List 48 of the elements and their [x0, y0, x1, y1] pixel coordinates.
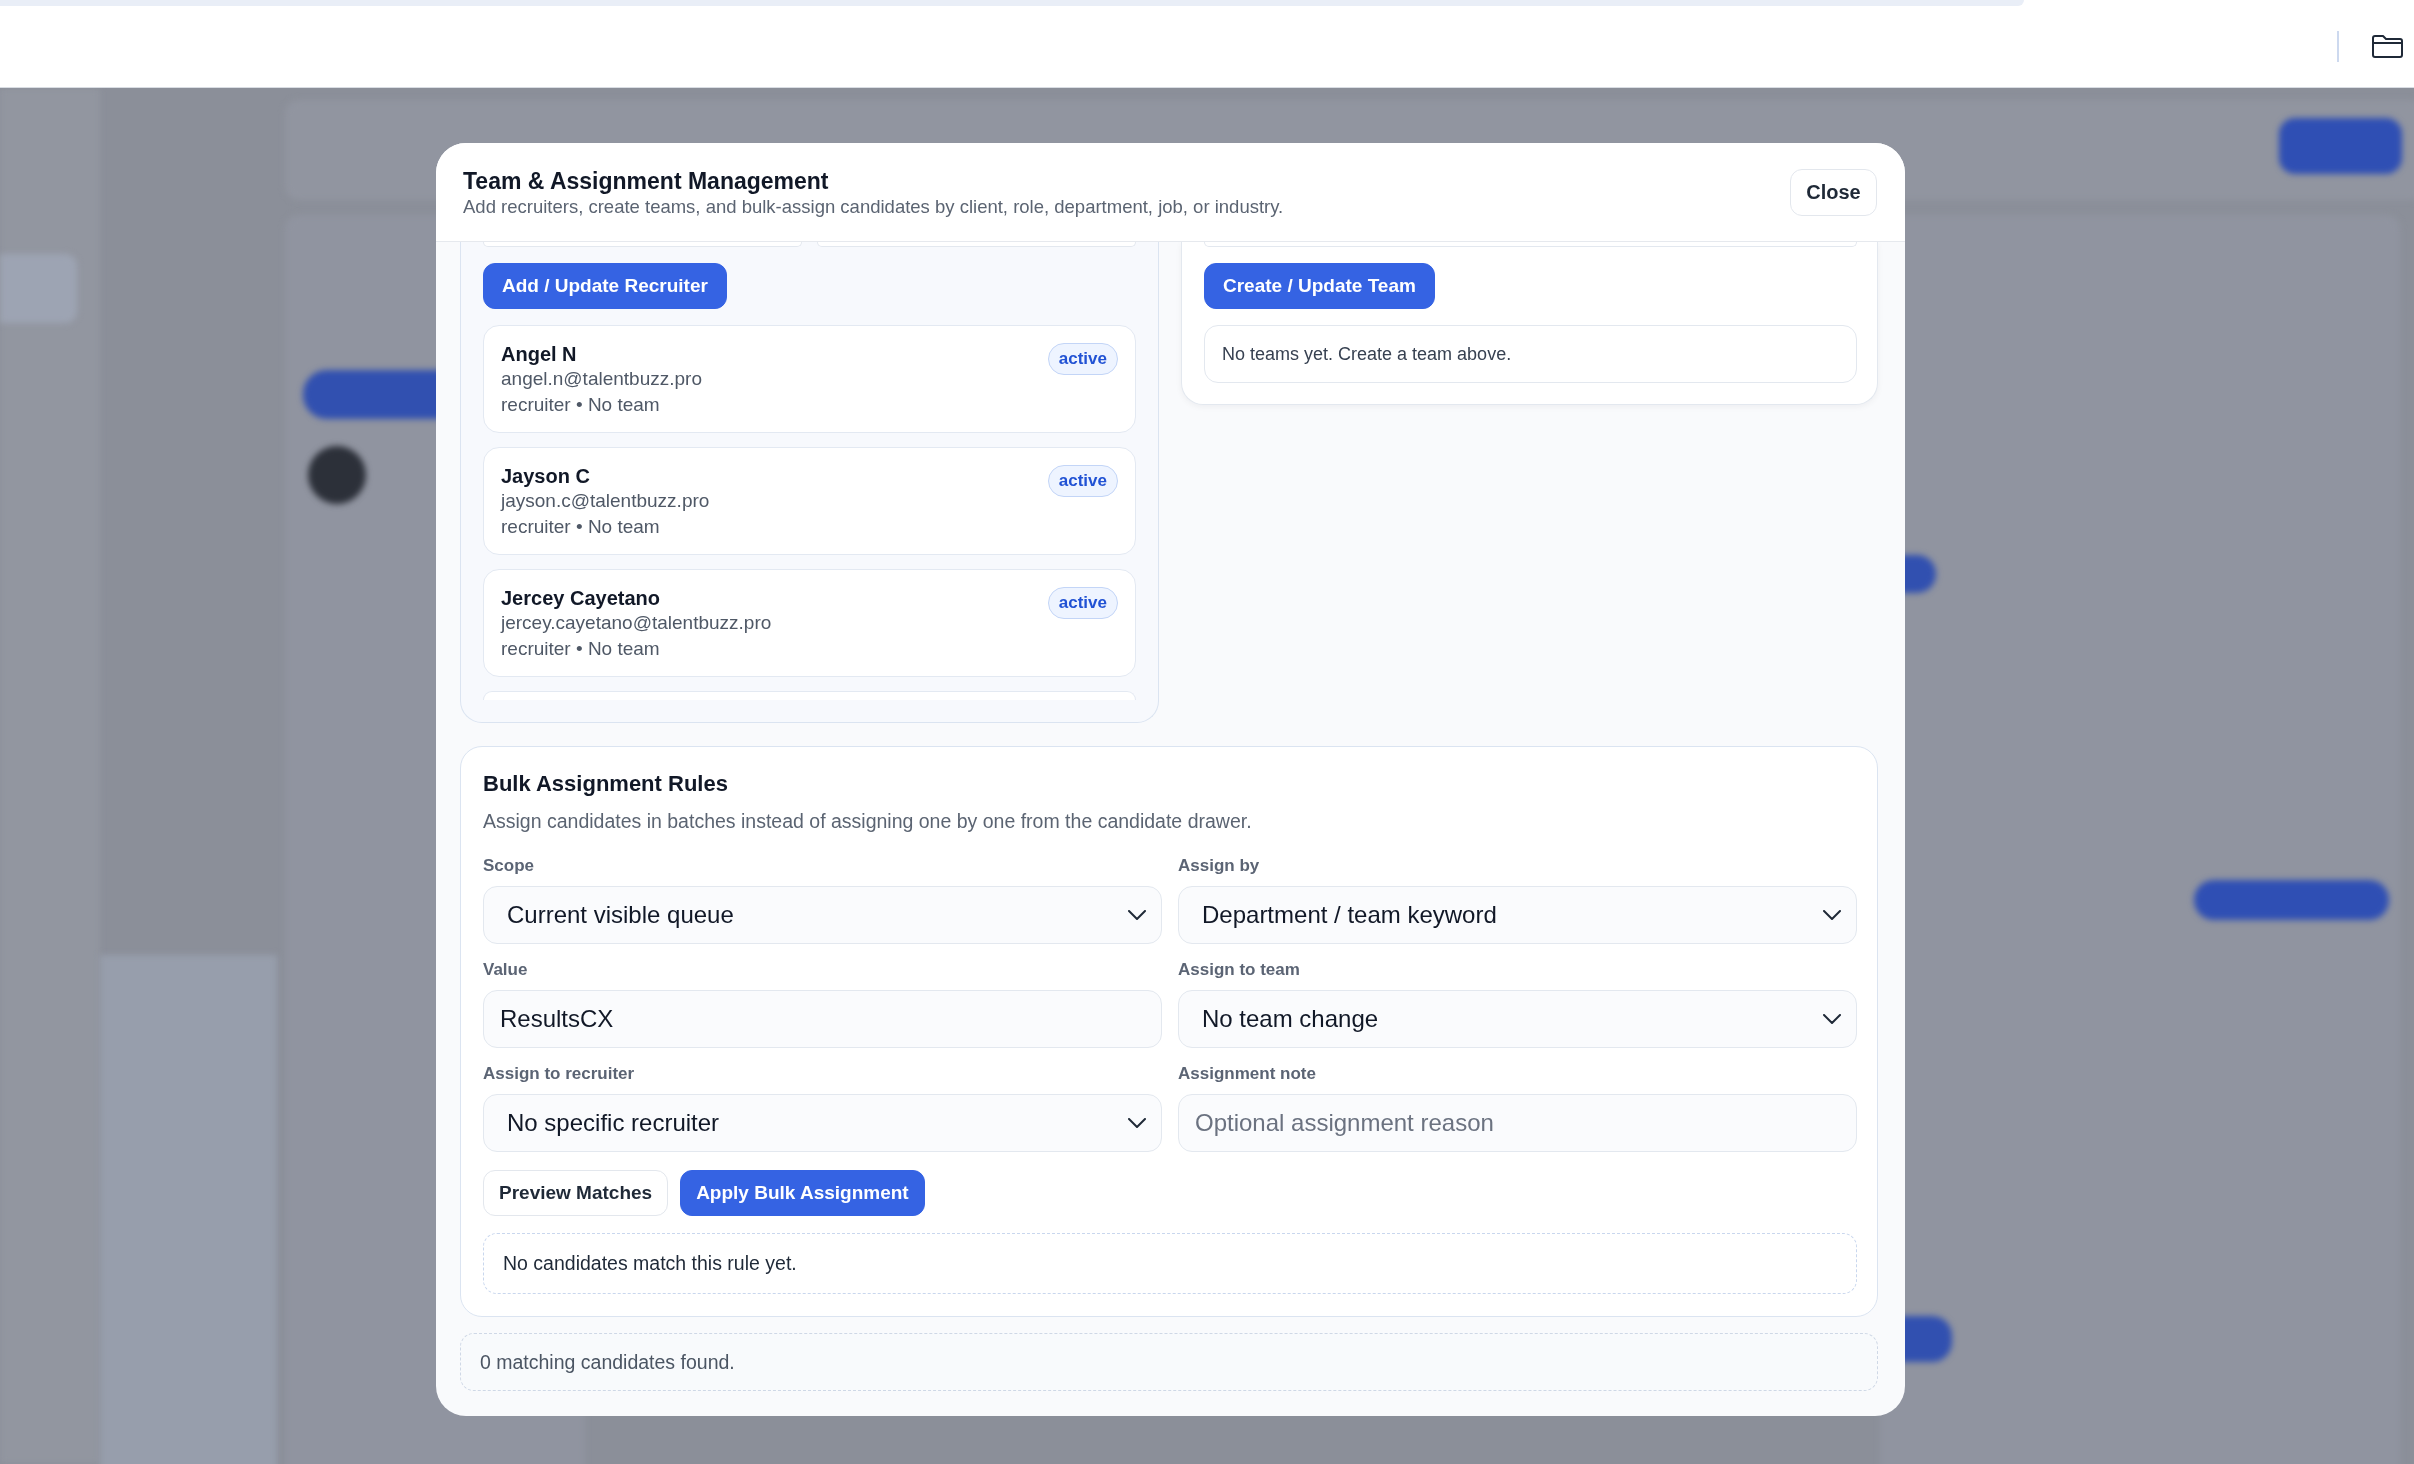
- select-field[interactable]: No team change: [1178, 990, 1857, 1048]
- recruiter-email: jercey.cayetano@talentbuzz.pro: [501, 611, 772, 635]
- dialog-subtitle: Add recruiters, create teams, and bulk-assign candidates by client, role, department, job, or industry.: [463, 195, 1284, 218]
- recruiter-details: recruiter • No team: [501, 637, 661, 661]
- status-badge: active: [1047, 587, 1118, 619]
- input-field[interactable]: [483, 242, 802, 247]
- section-description: Assign candidates in batches instead of assigning one by one from the candidate drawer.: [483, 810, 1253, 832]
- recruiter-name: Jayson C: [501, 464, 591, 488]
- close-button[interactable]: Close: [1790, 168, 1877, 216]
- recruiter-name: Jercey Cayetano: [501, 586, 661, 610]
- recruiter-details: recruiter • No team: [501, 515, 661, 539]
- input-field[interactable]: [1204, 242, 1857, 247]
- chevron-down-icon: [1128, 1118, 1146, 1128]
- field-label: Assignment note: [1178, 1064, 1317, 1084]
- select-field[interactable]: No specific recruiter: [483, 1094, 1162, 1152]
- input-field[interactable]: [817, 242, 1136, 247]
- recruiter-card[interactable]: Jayson C jayson.c@talentbuzz.pro recruiter • No team active: [483, 447, 1136, 555]
- match-result-message: No candidates match this rule yet.: [483, 1233, 1857, 1294]
- select-field[interactable]: Current visible queue: [483, 886, 1162, 944]
- chevron-down-icon: [1823, 1014, 1841, 1024]
- input-field[interactable]: Optional assignment reason: [1178, 1094, 1857, 1152]
- preview-button[interactable]: Preview Matches: [483, 1170, 669, 1216]
- add-recruiter-button[interactable]: Add / Update Recruiter: [483, 263, 727, 309]
- recruiter-card[interactable]: Angel N angel.n@talentbuzz.pro recruiter • No team active: [483, 325, 1136, 433]
- apply-button[interactable]: Apply Bulk Assignment: [680, 1170, 925, 1216]
- recruiter-email: angel.n@talentbuzz.pro: [501, 367, 702, 391]
- field-label: Assign to team: [1178, 960, 1301, 980]
- select-field[interactable]: Department / team keyword: [1178, 886, 1857, 944]
- field-label: Assign to recruiter: [483, 1064, 636, 1084]
- status-badge: active: [1047, 465, 1118, 497]
- empty-teams-message: No teams yet. Create a team above.: [1204, 325, 1857, 383]
- create-team-button[interactable]: Create / Update Team: [1204, 263, 1435, 309]
- field-label: Value: [483, 960, 529, 980]
- recruiter-card[interactable]: Jercey Cayetano jercey.cayetano@talentbuzz.pro recruiter • No team active: [483, 569, 1136, 677]
- recruiter-details: recruiter • No team: [501, 393, 661, 417]
- status-badge: active: [1047, 343, 1118, 375]
- field-label: Scope: [483, 856, 536, 876]
- dialog-title: Team & Assignment Management: [463, 166, 830, 196]
- section-title: Bulk Assignment Rules: [483, 771, 729, 797]
- folder-icon[interactable]: [2372, 35, 2403, 58]
- recruiter-card[interactable]: [483, 691, 1136, 700]
- recruiter-email: jayson.c@talentbuzz.pro: [501, 489, 710, 513]
- chevron-down-icon: [1128, 910, 1146, 920]
- chevron-down-icon: [1823, 910, 1841, 920]
- field-label: Assign by: [1178, 856, 1261, 876]
- recruiter-name: Angel N: [501, 342, 578, 366]
- input-field[interactable]: ResultsCX: [483, 990, 1162, 1048]
- status-message: 0 matching candidates found.: [460, 1333, 1878, 1391]
